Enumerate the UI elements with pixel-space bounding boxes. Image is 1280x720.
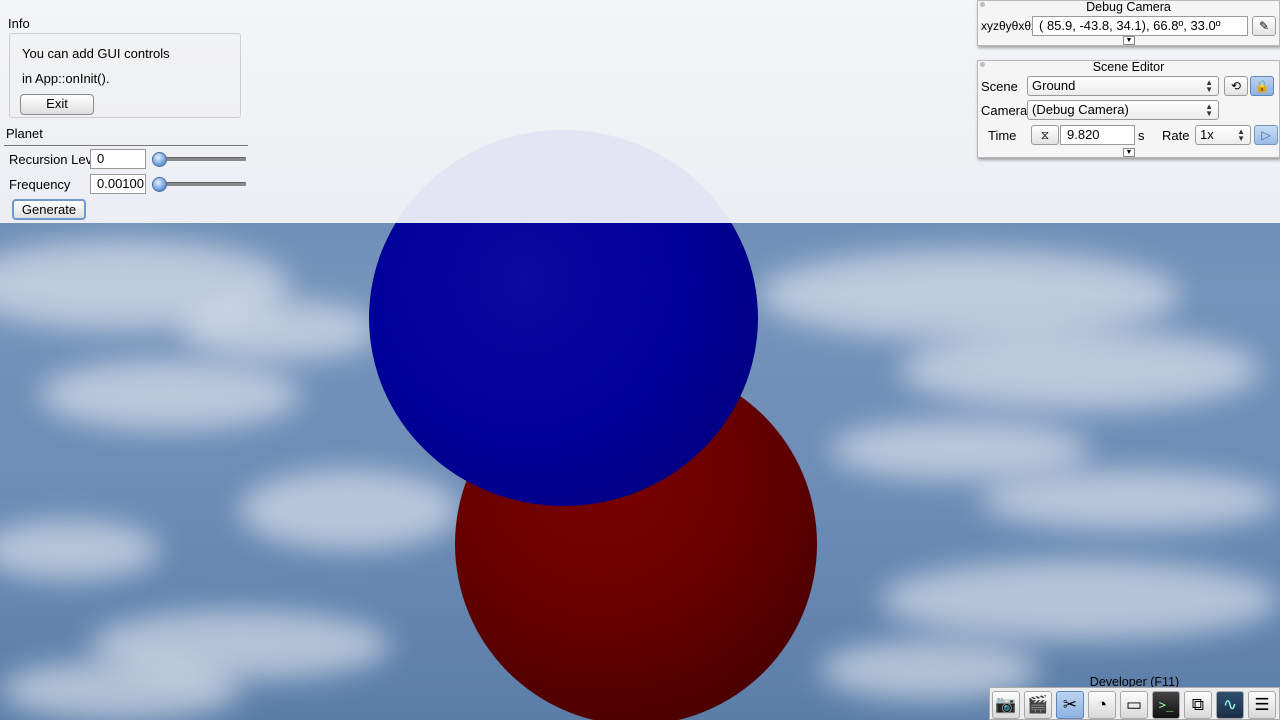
scene-label: Scene <box>981 79 1018 94</box>
expand-arrow-icon[interactable]: ▼ <box>1123 148 1135 157</box>
scene-editor-title: Scene Editor <box>1092 60 1165 74</box>
play-icon[interactable]: ▷ <box>1254 125 1278 145</box>
exit-button[interactable]: Exit <box>20 94 94 115</box>
developer-toolbar: Developer (F11) 📷 🎬 ✂ ◔ ▭ >_ ⧉ ∿ ☰ <box>989 675 1280 720</box>
camera-coordinates-field[interactable]: ( 85.9, -43.8, 34.1), 66.8º, 33.0º <box>1032 16 1248 36</box>
developer-toolbar-bar: 📷 🎬 ✂ ◔ ▭ >_ ⧉ ∿ ☰ <box>989 687 1280 720</box>
notepad-icon[interactable]: ▭ <box>1120 691 1148 719</box>
debug-camera-window: Debug Camera xyzθyθxθz ( 85.9, -43.8, 34… <box>977 0 1280 46</box>
scene-dropdown[interactable]: Ground ▲ ▼ <box>1027 76 1219 96</box>
debug-camera-title: Debug Camera <box>1086 0 1171 14</box>
reload-scene-icon[interactable]: ⟲ <box>1224 76 1248 96</box>
lock-icon[interactable]: 🔒 <box>1250 76 1274 96</box>
time-field[interactable]: 9.820 <box>1060 125 1135 145</box>
camera-coordinates-label: xyzθyθxθz <box>981 19 1038 33</box>
frequency-field[interactable]: 0.00100 <box>90 174 146 194</box>
frequency-slider-handle[interactable] <box>152 177 167 192</box>
recursion-level-field[interactable]: 0 <box>90 149 146 169</box>
updown-arrows-icon: ▲ ▼ <box>1237 127 1245 143</box>
updown-arrows-icon: ▲ ▼ <box>1205 78 1213 94</box>
generate-button[interactable]: Generate <box>12 199 86 220</box>
camera-icon[interactable]: 📷 <box>992 691 1020 719</box>
time-lock-icon[interactable]: ⧖ <box>1031 125 1059 145</box>
profiler-icon[interactable]: ∿ <box>1216 691 1244 719</box>
camera-dropdown[interactable]: (Debug Camera) ▲ ▼ <box>1027 100 1219 120</box>
time-unit: s <box>1138 128 1145 143</box>
planet-title: Planet <box>6 126 43 141</box>
frequency-label: Frequency <box>9 177 71 192</box>
scene-dropdown-value: Ground <box>1032 78 1076 93</box>
info-title: Info <box>8 16 30 31</box>
rate-dropdown[interactable]: 1x ▲ ▼ <box>1195 125 1251 145</box>
rate-dropdown-value: 1x <box>1200 127 1214 142</box>
film-clapper-icon[interactable]: 🎬 <box>1024 691 1052 719</box>
speedometer-icon[interactable]: ◔ <box>1088 691 1116 719</box>
camera-label: Camera <box>981 103 1028 118</box>
info-box: You can add GUI controls in App::onInit(… <box>9 33 241 118</box>
rate-label: Rate <box>1162 128 1190 143</box>
camera-dropdown-value: (Debug Camera) <box>1032 102 1129 117</box>
copy-camera-icon[interactable]: ✎ <box>1252 16 1276 36</box>
info-text-line-1: You can add GUI controls <box>22 46 170 61</box>
recursion-level-label: Recursion Level <box>9 152 103 167</box>
updown-arrows-icon: ▲ ▼ <box>1205 102 1213 118</box>
scene-editor-window: Scene Editor Scene Ground ▲ ▼ ⟲ 🔒 Camera … <box>977 60 1280 158</box>
scene-graph-icon[interactable]: ⧉ <box>1184 691 1212 719</box>
time-label: Time <box>988 128 1017 143</box>
planet-divider <box>4 145 248 146</box>
terminal-icon[interactable]: >_ <box>1152 691 1180 719</box>
blue-sphere-haze-part <box>397 130 729 223</box>
tools-icon[interactable]: ✂ <box>1056 691 1084 719</box>
info-text-line-2: in App::onInit(). <box>22 71 110 86</box>
document-icon[interactable]: ☰ <box>1248 691 1276 719</box>
expand-arrow-icon[interactable]: ▼ <box>1123 36 1135 45</box>
recursion-level-slider-handle[interactable] <box>152 152 167 167</box>
